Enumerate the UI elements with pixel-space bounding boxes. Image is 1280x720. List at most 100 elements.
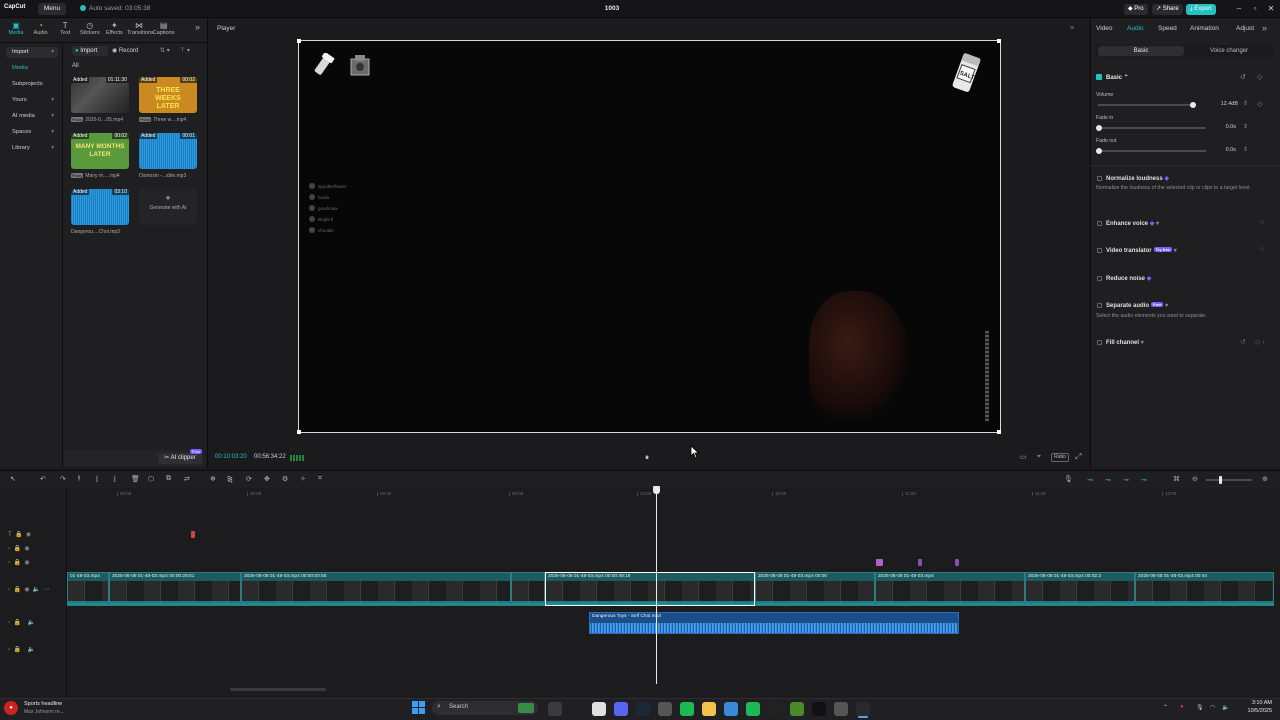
windows-start-icon[interactable] [412, 701, 425, 714]
keyframe-icon[interactable]: ◇ [1257, 73, 1262, 81]
adjust-icon[interactable]: ⚙ [282, 475, 288, 483]
lock-icon[interactable]: 🔒 [13, 546, 20, 552]
fade-in-slider[interactable] [1098, 127, 1206, 129]
clip-marker[interactable] [918, 559, 922, 566]
tab-audio[interactable]: Audio [1127, 25, 1144, 32]
media-thumb[interactable]: THREE WEEKS LATER Added 00:02 [139, 77, 197, 113]
microphone-tray-icon[interactable]: 🎙 [1196, 704, 1204, 711]
volume-slider[interactable] [1098, 104, 1196, 106]
info-icon[interactable]: ○ [1260, 219, 1264, 226]
eye-icon[interactable]: ◉ [26, 532, 31, 538]
basic-checkbox[interactable] [1096, 74, 1102, 80]
normalize-checkbox[interactable] [1097, 176, 1102, 181]
ai-clipper-button[interactable]: ✂ AI clipper [158, 453, 202, 464]
tab-stickers[interactable]: ◷ Stickers [78, 20, 102, 38]
split-icon[interactable]: ⊸ [1141, 476, 1147, 484]
chevron-down-icon[interactable]: ▾ [1156, 221, 1159, 227]
split-left-icon[interactable]: ⌊ [96, 475, 99, 483]
tab-animation[interactable]: Animation [1190, 25, 1219, 32]
settings-icon[interactable] [834, 702, 848, 716]
ai-tool-icon[interactable]: ✧ [300, 475, 306, 483]
ratio-button[interactable]: Ratio [1051, 453, 1069, 462]
zoom-knob[interactable] [1219, 476, 1222, 484]
tab-video[interactable]: Video [1096, 25, 1113, 32]
steam-icon[interactable] [636, 702, 650, 716]
sidebar-item-ai-media[interactable]: AI media ▾ [6, 111, 58, 122]
wifi-icon[interactable]: ◠ [1210, 704, 1215, 711]
display-icon[interactable]: ▭ [1020, 453, 1027, 461]
task-view-icon[interactable] [548, 702, 562, 716]
share-button[interactable]: ↗ Share [1152, 4, 1183, 15]
reset-icon[interactable]: ↺ [1240, 338, 1246, 346]
lock-icon[interactable]: 🔒 [13, 560, 20, 566]
reduce-noise-checkbox[interactable] [1097, 276, 1102, 281]
tab-media[interactable]: ▣ Media [4, 20, 28, 38]
select-tool-icon[interactable]: ↖ [10, 475, 16, 483]
crop-icon[interactable]: ⧉ [166, 475, 171, 483]
tab-audio[interactable]: ◔ Audio [29, 20, 53, 38]
spotify-green-icon[interactable] [680, 702, 694, 716]
filter-all[interactable]: All [72, 63, 79, 69]
reverse-icon[interactable]: ⇄ [184, 475, 190, 483]
tab-effects[interactable]: ✦ Effects [102, 20, 126, 38]
zoom-fit-icon[interactable]: ⌘ [1173, 475, 1180, 483]
fade-out-value[interactable]: 0.0s [1212, 147, 1236, 153]
tab-captions[interactable]: ▤ Captions [152, 20, 176, 38]
tab-transitions[interactable]: ⋈ Transitions [127, 20, 154, 38]
video-clip[interactable]: 2025-06-08 01-48-03.mp4 00:44 [1135, 572, 1274, 606]
link-icon[interactable]: ⊸ [1105, 476, 1111, 484]
close-icon[interactable]: ✕ [1264, 3, 1278, 15]
fade-out-knob[interactable] [1096, 148, 1102, 154]
video-clip[interactable]: 2025-06-08 01-48-03.mp4 00:00:29:51 [109, 572, 241, 606]
maximize-icon[interactable]: ▫ [1248, 3, 1262, 15]
video-clip[interactable]: 2025-06-08 01-48-03.mp4 [875, 572, 1025, 606]
obs-icon[interactable] [658, 702, 672, 716]
filter-icon[interactable]: ⊤ ▾ [180, 47, 190, 54]
media-thumb[interactable]: Added 01:11:30 [71, 77, 129, 113]
expand-panel-icon[interactable]: » [1262, 23, 1267, 33]
sidebar-item-subprojects[interactable]: Subprojects [6, 79, 58, 90]
media-thumb[interactable]: Added 03:10 [71, 189, 129, 225]
playhead-handle[interactable] [653, 486, 660, 494]
crop-handle[interactable] [997, 430, 1001, 434]
taskbar-search[interactable]: ⌕ Search [432, 701, 538, 715]
audio-icon[interactable]: 🔈 [33, 587, 40, 593]
rotate-icon[interactable]: ⟳ [246, 475, 252, 483]
terminal-icon[interactable] [768, 702, 782, 716]
export-button[interactable]: ⤓ Export [1186, 4, 1216, 15]
minecraft-icon[interactable] [790, 702, 804, 716]
microphone-icon[interactable]: 🎙 [1064, 475, 1073, 483]
video-clip[interactable] [511, 572, 545, 606]
selected-video-clip[interactable]: 2025-06-08 01-48-03.mp4 00:00:48:18 [545, 572, 755, 606]
sidebar-item-import[interactable]: Import ▾ [6, 47, 58, 58]
clip-marker[interactable] [876, 559, 883, 566]
lock-icon[interactable]: 🔒 [13, 647, 20, 653]
capcut-icon[interactable] [812, 702, 826, 716]
pause-icon[interactable]: ⏸ [645, 453, 649, 463]
tab-speed[interactable]: Speed [1158, 25, 1177, 32]
video-preview[interactable]: SALT spoofterflower hoola goodmaw Bright ll… [298, 40, 1001, 433]
lock-icon[interactable]: 🔒 [13, 620, 20, 626]
audio-icon[interactable]: 🔈 [28, 620, 35, 626]
fade-in-knob[interactable] [1096, 125, 1102, 131]
delete-icon[interactable]: 🗑 [131, 475, 140, 483]
focus-icon[interactable]: ⌖ [1037, 453, 1041, 461]
auto-reframe-icon[interactable]: ⌗ [318, 475, 322, 483]
sort-icon[interactable]: ⇅ ▾ [160, 47, 170, 54]
video-clip[interactable]: 2025-06-08 01-48-03.mp4 00:00 [755, 572, 875, 606]
generate-with-ai-button[interactable]: + Generate with AI [139, 189, 197, 225]
sidebar-item-library[interactable]: Library ▾ [6, 143, 58, 154]
file-explorer-icon[interactable] [702, 702, 716, 716]
transform-icon[interactable]: ✥ [264, 475, 270, 483]
chevron-down-icon[interactable]: ▾ [1165, 303, 1168, 309]
clock-date[interactable]: 10/5/2025 [1240, 708, 1272, 714]
sidebar-item-yours[interactable]: Yours ▾ [6, 95, 58, 106]
lock-icon[interactable]: 🔒 [15, 532, 22, 538]
sidebar-item-media[interactable]: Media [6, 63, 58, 74]
magnet-icon[interactable]: ⊸ [1087, 476, 1093, 484]
volume-value[interactable]: 12.4dB [1214, 101, 1238, 107]
fade-out-slider[interactable] [1098, 150, 1206, 152]
zoom-slider[interactable] [1206, 479, 1252, 481]
clock-time[interactable]: 3:10 AM [1246, 700, 1272, 706]
capcut-active-icon[interactable] [856, 702, 870, 716]
